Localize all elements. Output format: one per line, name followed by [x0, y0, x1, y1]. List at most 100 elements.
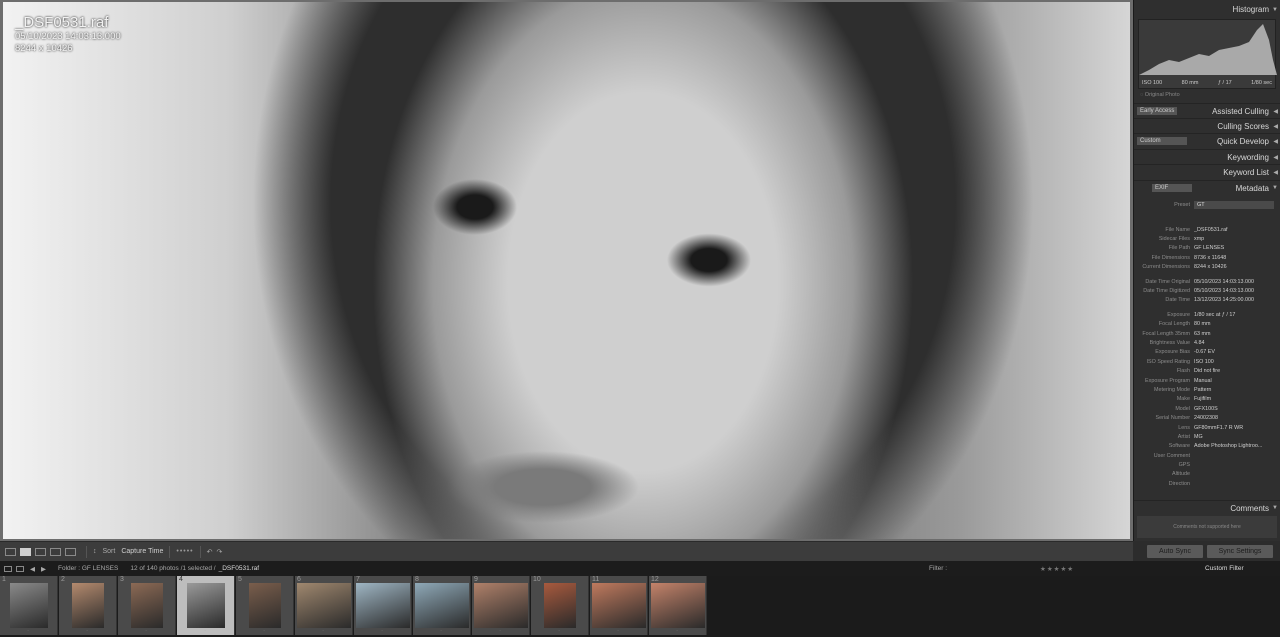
rating-dots: · — [145, 628, 148, 633]
rating-dots: · — [322, 628, 325, 633]
cell-number: 3 — [120, 576, 124, 583]
rating-stars[interactable]: ••••• — [176, 548, 193, 555]
photo-thumbnail[interactable] — [356, 583, 410, 628]
filter-stars[interactable]: ★★★★★ — [1040, 565, 1074, 573]
filmstrip-cell[interactable]: 6 · — [295, 576, 353, 635]
collapse-icon[interactable]: ◀ — [1273, 138, 1278, 145]
collapse-icon[interactable]: ◀ — [1273, 154, 1278, 161]
metadata-key: Exposure Program — [1145, 377, 1190, 384]
culling-scores-header[interactable]: Culling Scores ◀ — [1134, 118, 1280, 133]
metadata-value[interactable]: 4.84 — [1194, 340, 1278, 346]
collapse-icon[interactable]: ◀ — [1273, 108, 1278, 115]
filmstrip[interactable]: 1 · 2 · 3 · 4 · 5 · 6 · 7 · 8 · 9 · 10 · 11 · 12 · — [0, 576, 1280, 637]
filmstrip-cell[interactable]: 3 · — [118, 576, 176, 635]
prev-arrow-icon[interactable]: ◀ — [30, 565, 35, 573]
filmstrip-cell[interactable]: 7 · — [354, 576, 412, 635]
second-window-icon[interactable] — [4, 565, 12, 572]
metadata-row: Direction — [1136, 479, 1278, 488]
photo-thumbnail[interactable] — [297, 583, 351, 628]
sort-direction-icon[interactable]: ↕ — [93, 548, 97, 555]
metadata-value[interactable]: GF LENSES — [1194, 245, 1278, 251]
metadata-value[interactable]: ISO 100 — [1194, 359, 1278, 365]
metadata-value[interactable]: -0.67 EV — [1194, 349, 1278, 355]
filmstrip-cell[interactable]: 12 · — [649, 576, 707, 635]
metadata-value[interactable]: 80 mm — [1194, 321, 1278, 327]
sync-settings-button[interactable]: Sync Settings — [1207, 544, 1273, 558]
assisted-culling-header[interactable]: Early Access Assisted Culling ◀ — [1134, 103, 1280, 118]
loupe-view[interactable]: _DSF0531.raf 05/10/2023 14:03:13.000 824… — [0, 0, 1133, 541]
metadata-key: Software — [1168, 443, 1190, 450]
filmstrip-cell[interactable]: 2 · — [59, 576, 117, 635]
filmstrip-cell[interactable]: 5 · — [236, 576, 294, 635]
filmstrip-cell[interactable]: 4 · — [177, 576, 235, 635]
histogram-panel-header[interactable]: Histogram ▼ — [1134, 2, 1280, 17]
metadata-key: File Dimensions — [1151, 254, 1190, 261]
collapse-icon[interactable]: ◀ — [1273, 123, 1278, 130]
photo-thumbnail[interactable] — [415, 583, 469, 628]
survey-view-icon[interactable] — [50, 547, 61, 556]
grid-view-icon[interactable] — [5, 547, 16, 556]
grid-icon[interactable] — [16, 565, 24, 572]
keywording-header[interactable]: Keywording ◀ — [1134, 149, 1280, 164]
cell-number: 8 — [415, 576, 419, 583]
compare-view-icon[interactable] — [35, 547, 46, 556]
metadata-value[interactable]: Adobe Photoshop Lightroo... — [1194, 443, 1278, 449]
filmstrip-cell[interactable]: 11 · — [590, 576, 648, 635]
collapse-icon[interactable]: ▼ — [1272, 185, 1278, 191]
selected-file-name[interactable]: _DSF0531.raf — [219, 565, 259, 572]
metadata-value[interactable]: _DSF0531.raf — [1194, 227, 1278, 233]
metadata-value[interactable]: 8736 x 11648 — [1194, 255, 1278, 261]
collapse-icon[interactable]: ▼ — [1272, 505, 1278, 511]
metadata-value[interactable]: GFX100S — [1194, 406, 1278, 412]
folder-source[interactable]: Folder : GF LENSES — [58, 565, 118, 572]
filmstrip-cell[interactable]: 1 · — [0, 576, 58, 635]
photo-thumbnail[interactable] — [187, 583, 225, 628]
metadata-value[interactable]: 8244 x 10426 — [1194, 264, 1278, 270]
preset-select[interactable]: GT — [1194, 201, 1274, 209]
metadata-value[interactable]: Fujifilm — [1194, 396, 1278, 402]
people-view-icon[interactable] — [65, 547, 76, 556]
metadata-value[interactable]: xmp — [1194, 236, 1278, 242]
original-photo-label[interactable]: ◌ Original Photo — [1140, 92, 1180, 98]
loupe-view-icon[interactable] — [20, 547, 31, 556]
auto-sync-button[interactable]: Auto Sync — [1147, 544, 1203, 558]
metadata-value[interactable]: 05/10/2023 14:03:13.000 — [1194, 288, 1278, 294]
comments-header[interactable]: Comments ▼ — [1134, 500, 1280, 515]
metadata-header[interactable]: EXIF Metadata ▼ — [1134, 180, 1280, 195]
custom-filter-select[interactable]: Custom Filter — [1205, 565, 1244, 572]
photo-thumbnail[interactable] — [544, 583, 576, 628]
quick-develop-header[interactable]: Custom Quick Develop ◀ — [1134, 133, 1280, 148]
quick-develop-preset-select[interactable]: Custom — [1137, 137, 1187, 145]
filmstrip-cell[interactable]: 8 · — [413, 576, 471, 635]
rotate-left-icon[interactable]: ↶ — [207, 548, 213, 556]
filmstrip-cell[interactable]: 9 · — [472, 576, 530, 635]
cell-number: 4 — [179, 576, 183, 583]
main-photo[interactable] — [3, 2, 1130, 539]
metadata-row: User Comment — [1136, 451, 1278, 460]
photo-thumbnail[interactable] — [249, 583, 281, 628]
rotate-right-icon[interactable]: ↷ — [217, 548, 223, 556]
metadata-value[interactable]: GF80mmF1.7 R WR — [1194, 425, 1278, 431]
photo-thumbnail[interactable] — [592, 583, 646, 628]
collapse-icon[interactable]: ▼ — [1272, 7, 1278, 13]
metadata-value[interactable]: 1/80 sec at ƒ / 17 — [1194, 312, 1278, 318]
sort-select[interactable]: Capture Time — [121, 548, 163, 555]
metadata-value[interactable]: Manual — [1194, 378, 1278, 384]
photo-thumbnail[interactable] — [10, 583, 48, 628]
metadata-value[interactable]: 63 mm — [1194, 331, 1278, 337]
metadata-value[interactable]: Did not fire — [1194, 368, 1278, 374]
photo-thumbnail[interactable] — [72, 583, 104, 628]
photo-thumbnail[interactable] — [651, 583, 705, 628]
metadata-value[interactable]: MG — [1194, 434, 1278, 440]
collapse-icon[interactable]: ◀ — [1273, 169, 1278, 176]
metadata-value[interactable]: 24002308 — [1194, 415, 1278, 421]
keyword-list-header[interactable]: Keyword List ◀ — [1134, 164, 1280, 179]
metadata-value[interactable]: 13/12/2023 14:25:00.000 — [1194, 297, 1278, 303]
metadata-mode-select[interactable]: EXIF — [1152, 184, 1192, 192]
photo-thumbnail[interactable] — [474, 583, 528, 628]
photo-thumbnail[interactable] — [131, 583, 163, 628]
metadata-value[interactable]: Pattern — [1194, 387, 1278, 393]
metadata-value[interactable]: 05/10/2023 14:03:13.000 — [1194, 279, 1278, 285]
filmstrip-cell[interactable]: 10 · — [531, 576, 589, 635]
next-arrow-icon[interactable]: ▶ — [41, 565, 46, 573]
